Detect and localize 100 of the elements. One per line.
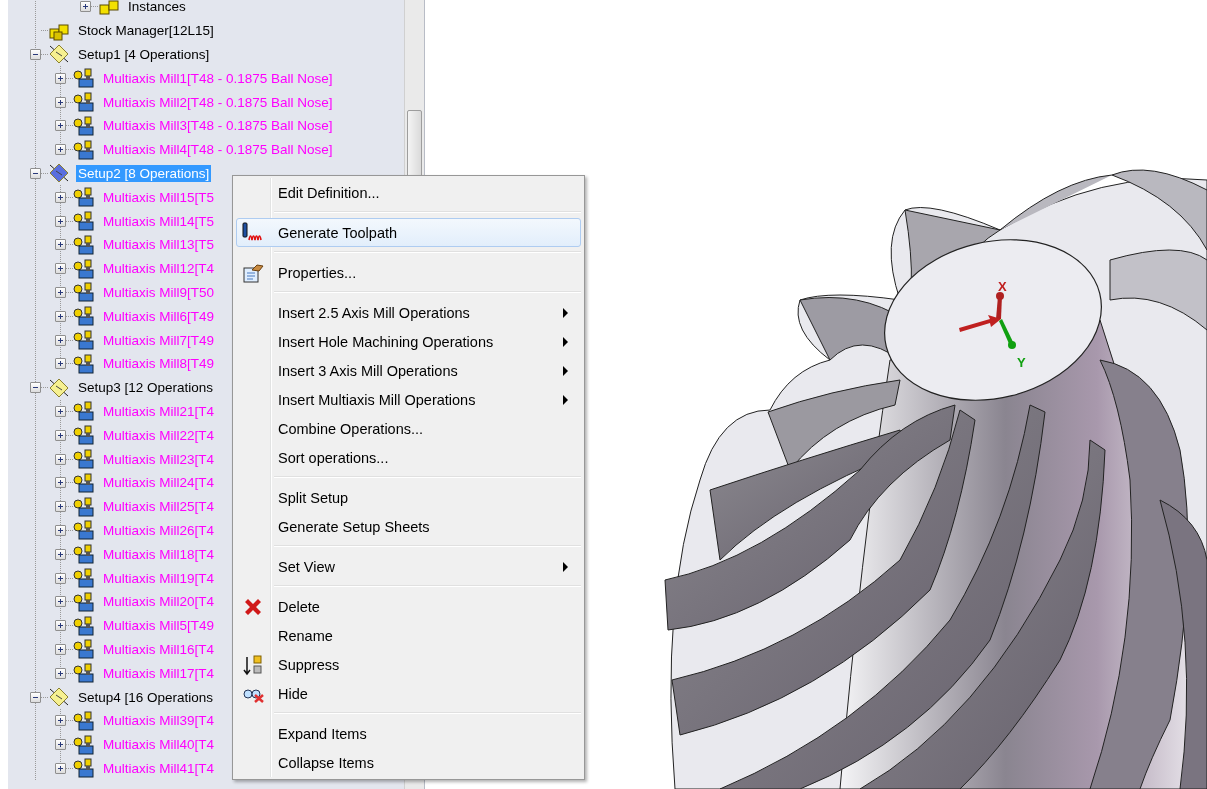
expand-icon[interactable] [80,1,91,13]
expand-icon[interactable] [55,429,66,441]
expand-icon[interactable] [55,72,66,84]
tree-item[interactable]: Multiaxis Mill41[T4 [101,759,217,777]
submenu-arrow-icon [563,394,568,405]
expand-icon[interactable] [55,191,66,203]
mill-operation-icon [73,211,95,232]
tree-item[interactable]: Instances [126,0,188,16]
mill-operation-icon [73,258,95,279]
expand-icon[interactable] [55,548,66,560]
expand-icon[interactable] [55,96,66,108]
expand-icon[interactable] [55,643,66,655]
menu-item[interactable]: Expand Items [236,719,581,748]
submenu-arrow-icon [563,307,568,318]
tree-item[interactable]: Multiaxis Mill16[T4 [101,640,217,658]
submenu-arrow-icon [563,561,568,572]
mill-operation-icon [73,663,95,684]
tree-item[interactable]: Multiaxis Mill19[T4 [101,569,217,587]
collapse-icon[interactable] [30,691,41,703]
expand-icon[interactable] [55,762,66,774]
menu-item[interactable]: Generate Toolpath [236,218,581,247]
tree-item[interactable]: Multiaxis Mill26[T4 [101,521,217,539]
mill-operation-icon [73,425,95,446]
tree-item[interactable]: Setup3 [12 Operations [76,379,216,397]
expand-icon[interactable] [55,739,66,751]
setup-diamond-icon [48,163,70,184]
expand-icon[interactable] [55,405,66,417]
expand-icon[interactable] [55,358,66,370]
expand-icon[interactable] [55,620,66,632]
tree-item[interactable]: Multiaxis Mill23[T4 [101,450,217,468]
tree-item[interactable]: Multiaxis Mill9[T50 [101,283,217,301]
expand-icon[interactable] [55,572,66,584]
expand-icon[interactable] [55,667,66,679]
menu-item[interactable]: Suppress [236,650,581,679]
mill-operation-icon [73,115,95,136]
tree-item[interactable]: Multiaxis Mill6[T49 [101,307,217,325]
menu-item[interactable]: Rename [236,621,581,650]
tree-item[interactable]: Multiaxis Mill18[T4 [101,545,217,563]
menu-item[interactable]: Insert 2.5 Axis Mill Operations [236,298,581,327]
tree-item[interactable]: Multiaxis Mill14[T5 [101,212,217,230]
expand-icon[interactable] [55,120,66,132]
tree-item[interactable]: Setup2 [8 Operations] [76,164,212,182]
tree-item[interactable]: Multiaxis Mill24[T4 [101,474,217,492]
expand-icon[interactable] [55,524,66,536]
tree-item[interactable]: Multiaxis Mill12[T4 [101,260,217,278]
collapse-icon[interactable] [30,382,41,394]
setup-diamond-icon [48,44,70,65]
tree-item[interactable]: Setup1 [4 Operations] [76,46,212,63]
tree-item[interactable]: Multiaxis Mill39[T4 [101,712,217,730]
menu-item[interactable]: Edit Definition... [236,178,581,207]
tree-item[interactable]: Multiaxis Mill20[T4 [101,593,217,611]
expand-icon[interactable] [55,215,66,227]
tree-item[interactable]: Multiaxis Mill15[T5 [101,188,217,206]
submenu-arrow-icon [563,365,568,376]
expand-icon[interactable] [55,477,66,489]
mill-operation-icon [73,353,95,374]
expand-icon[interactable] [55,334,66,346]
tree-item[interactable]: Multiaxis Mill13[T5 [101,236,217,254]
tree-item[interactable]: Multiaxis Mill5[T49 [101,617,217,635]
tree-item[interactable]: Multiaxis Mill3[T48 - 0.1875 Ball Nose] [101,117,335,135]
expand-icon[interactable] [55,263,66,275]
delete-icon [243,596,263,617]
cubes-icon [98,0,120,17]
setup-diamond-icon [48,687,70,707]
collapse-icon[interactable] [30,167,41,179]
tree-item[interactable]: Multiaxis Mill40[T4 [101,736,217,754]
menu-item[interactable]: Combine Operations... [236,414,581,443]
menu-item[interactable]: Sort operations... [236,443,581,472]
menu-item[interactable]: Delete [236,592,581,621]
mill-operation-icon [73,734,95,755]
menu-item[interactable]: Insert Hole Machining Operations [236,327,581,356]
tree-item[interactable]: Setup4 [16 Operations [76,688,216,706]
expand-icon[interactable] [55,453,66,465]
expand-icon[interactable] [55,286,66,298]
menu-item[interactable]: Properties... [236,258,581,287]
expand-icon[interactable] [55,144,66,156]
tree-item[interactable]: Multiaxis Mill1[T48 - 0.1875 Ball Nose] [101,69,335,87]
menu-item[interactable]: Hide [236,679,581,708]
tree-item[interactable]: Multiaxis Mill2[T48 - 0.1875 Ball Nose] [101,93,335,111]
tree-item[interactable]: Stock Manager[12L15] [76,22,216,40]
expand-icon[interactable] [55,501,66,513]
menu-item[interactable]: Generate Setup Sheets [236,512,581,541]
tree-item[interactable]: Multiaxis Mill17[T4 [101,664,217,682]
expand-icon[interactable] [55,715,66,727]
tree-item[interactable]: Multiaxis Mill7[T49 [101,331,217,349]
tree-item[interactable]: Multiaxis Mill4[T48 - 0.1875 Ball Nose] [101,141,335,159]
menu-item[interactable]: Insert 3 Axis Mill Operations [236,356,581,385]
collapse-icon[interactable] [30,49,41,60]
mill-operation-icon [73,520,95,541]
menu-item[interactable]: Insert Multiaxis Mill Operations [236,385,581,414]
expand-icon[interactable] [55,596,66,608]
expand-icon[interactable] [55,239,66,251]
menu-item[interactable]: Set View [236,552,581,581]
tree-item[interactable]: Multiaxis Mill21[T4 [101,402,217,420]
tree-item[interactable]: Multiaxis Mill25[T4 [101,498,217,516]
menu-item[interactable]: Split Setup [236,483,581,512]
tree-item[interactable]: Multiaxis Mill22[T4 [101,426,217,444]
tree-item[interactable]: Multiaxis Mill8[T49 [101,355,217,373]
menu-item[interactable]: Collapse Items [236,748,581,777]
expand-icon[interactable] [55,310,66,322]
